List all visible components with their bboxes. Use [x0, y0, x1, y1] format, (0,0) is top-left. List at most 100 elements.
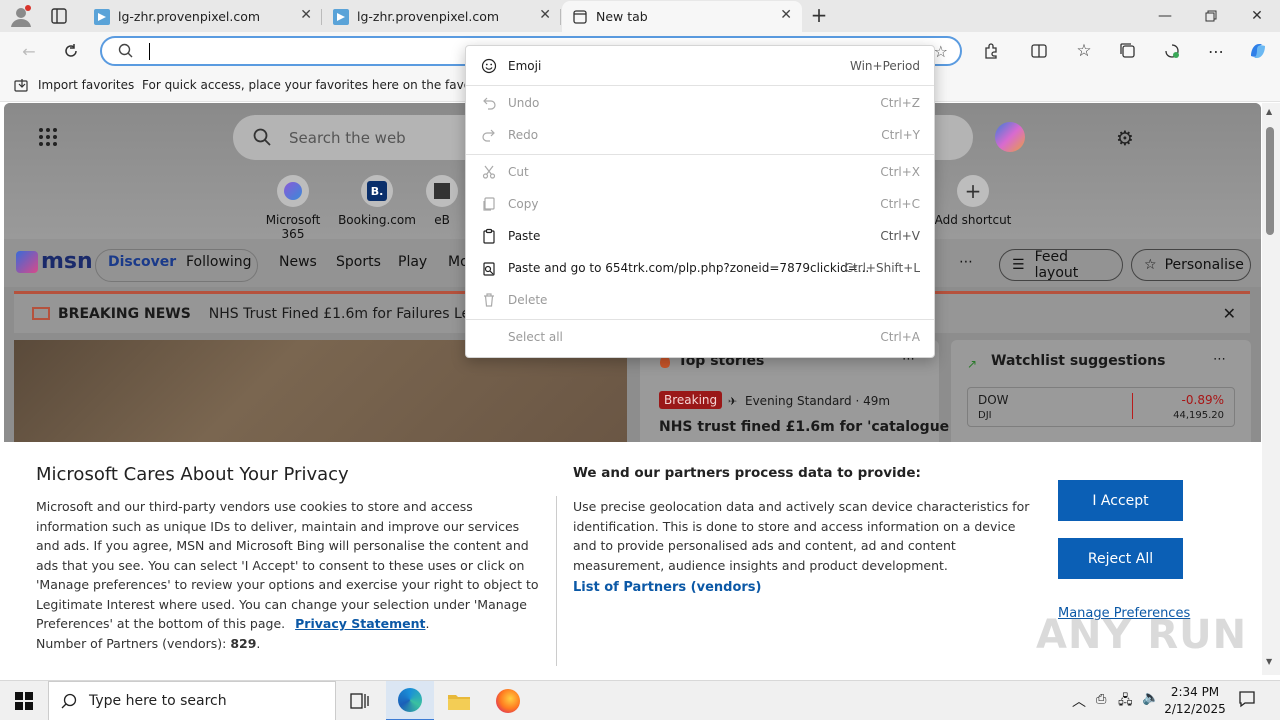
tab-3[interactable]: New tab ✕ — [562, 1, 802, 32]
quick-link-ebay[interactable]: eB — [422, 175, 462, 227]
start-button[interactable] — [0, 681, 48, 720]
menu-item-cut[interactable]: Cut Ctrl+X — [466, 156, 936, 188]
msn-logo[interactable]: msn — [16, 249, 93, 274]
sliders-icon: ☰ — [1012, 257, 1025, 273]
network-device-icon[interactable]: ⎙ — [1096, 692, 1106, 707]
menu-item-copy[interactable]: Copy Ctrl+C — [466, 188, 936, 220]
copilot-icon[interactable] — [995, 122, 1025, 152]
site-favicon-icon — [333, 8, 349, 25]
favorites-hint: For quick access, place your favorites h… — [142, 78, 517, 92]
card-menu-icon[interactable]: ⋯ — [1213, 352, 1226, 367]
close-tab-icon[interactable]: ✕ — [780, 7, 792, 23]
paste-go-icon — [480, 259, 498, 277]
booking-icon: B. — [361, 175, 393, 207]
tab-actions-icon[interactable] — [50, 7, 68, 25]
stock-change: -0.89% — [1181, 393, 1224, 407]
scroll-down-icon[interactable]: ▼ — [1266, 657, 1272, 666]
menu-item-paste-and-go[interactable]: Paste and go to 654trk.com/plp.php?zonei… — [466, 252, 936, 284]
quick-link-microsoft365[interactable]: Microsoft 365 — [253, 175, 333, 241]
page-settings-icon[interactable]: ⚙ — [1116, 126, 1134, 150]
quick-link-booking[interactable]: B. Booking.com — [337, 175, 417, 227]
tab-news[interactable]: News — [279, 254, 317, 270]
collections-icon[interactable] — [1113, 36, 1143, 66]
new-tab-button[interactable]: + — [808, 4, 830, 28]
close-icon[interactable]: ✕ — [1223, 304, 1236, 323]
stock-row-dow[interactable]: DOW DJI -0.89% 44,195.20 — [967, 387, 1235, 427]
system-clock[interactable]: 2:34 PM 2/12/2025 — [1160, 684, 1230, 718]
minimize-button[interactable]: — — [1142, 0, 1188, 32]
search-icon — [253, 128, 271, 150]
settings-more-icon[interactable]: ⋯ — [1201, 36, 1231, 66]
menu-item-shortcut: Ctrl+Z — [880, 96, 920, 110]
import-favorites-button[interactable]: Import favorites — [38, 78, 134, 92]
plus-icon: + — [957, 175, 989, 207]
stock-symbol: DOW — [978, 393, 1009, 407]
tab-play[interactable]: Play — [398, 254, 427, 270]
menu-item-emoji[interactable]: Emoji Win+Period — [466, 50, 936, 82]
split-screen-icon[interactable] — [1024, 36, 1054, 66]
text-caret — [149, 43, 150, 60]
menu-separator — [466, 154, 934, 155]
import-favorites-icon — [14, 78, 30, 97]
browser-essentials-icon[interactable] — [1157, 36, 1187, 66]
notification-icon[interactable] — [1238, 690, 1256, 712]
tab-2[interactable]: lg-zhr.provenpixel.com ✕ — [323, 1, 561, 32]
close-window-button[interactable]: ✕ — [1234, 0, 1280, 32]
data-processing-heading: We and our partners process data to prov… — [573, 465, 921, 481]
accept-button[interactable]: I Accept — [1058, 480, 1183, 521]
feed-layout-button[interactable]: ☰ Feed layout — [999, 249, 1123, 281]
profile-avatar[interactable] — [8, 3, 34, 29]
show-hidden-icons[interactable]: ︿ — [1072, 691, 1086, 711]
page-scrollbar[interactable]: ▲ ▼ — [1262, 103, 1280, 675]
network-icon[interactable]: 🖧 — [1118, 691, 1133, 713]
firefox-icon[interactable] — [484, 681, 532, 720]
personalise-button[interactable]: ☆ Personalise — [1131, 249, 1251, 281]
tab-title: New tab — [596, 9, 648, 24]
menu-item-redo[interactable]: Redo Ctrl+Y — [466, 119, 936, 151]
scissors-icon — [480, 163, 498, 181]
quick-link-label: Add shortcut — [934, 213, 1012, 227]
tab-discover[interactable]: Discover — [108, 254, 176, 270]
task-view-icon[interactable] — [336, 681, 384, 720]
clock-date: 2/12/2025 — [1164, 702, 1226, 716]
menu-item-label: Undo — [508, 96, 540, 110]
stock-sub: DJI — [978, 410, 992, 421]
menu-item-paste[interactable]: Paste Ctrl+V — [466, 220, 936, 252]
extensions-icon[interactable] — [976, 36, 1006, 66]
restore-button[interactable] — [1188, 0, 1234, 32]
watchlist-title: Watchlist suggestions — [991, 353, 1166, 369]
menu-item-undo[interactable]: Undo Ctrl+Z — [466, 87, 936, 119]
copilot-icon[interactable] — [1243, 36, 1273, 66]
data-processing-text: Use precise geolocation data and activel… — [573, 499, 1030, 573]
refresh-button[interactable] — [56, 36, 86, 66]
edge-taskbar-icon[interactable] — [386, 681, 434, 720]
scrollbar-thumb[interactable] — [1266, 127, 1274, 235]
quick-link-label: Booking.com — [338, 213, 416, 227]
menu-item-shortcut: Ctrl+C — [880, 197, 920, 211]
partners-list-link[interactable]: List of Partners (vendors) — [573, 580, 761, 595]
source-icon: ✈ — [728, 395, 738, 408]
add-shortcut-button[interactable]: + Add shortcut — [933, 175, 1013, 227]
story-title[interactable]: NHS trust fined £1.6m for 'catalogue of — [659, 419, 970, 435]
menu-item-delete[interactable]: Delete — [466, 284, 936, 316]
nav-more-icon[interactable]: ⋯ — [959, 254, 973, 270]
close-tab-icon[interactable]: ✕ — [300, 7, 312, 23]
scroll-up-icon[interactable]: ▲ — [1266, 107, 1272, 116]
breaking-label: BREAKING NEWS — [58, 305, 191, 322]
apps-launcher-icon[interactable] — [38, 127, 58, 151]
reject-all-button[interactable]: Reject All — [1058, 538, 1183, 579]
tab-title: lg-zhr.provenpixel.com — [357, 9, 500, 24]
privacy-statement-link[interactable]: Privacy Statement — [295, 616, 425, 631]
volume-icon[interactable]: 🔈 — [1142, 690, 1159, 706]
back-button[interactable]: ← — [14, 36, 44, 66]
tab-following[interactable]: Following — [186, 254, 252, 270]
close-tab-icon[interactable]: ✕ — [539, 7, 551, 23]
tab-1[interactable]: lg-zhr.provenpixel.com ✕ — [84, 1, 322, 32]
tab-sports[interactable]: Sports — [336, 254, 381, 270]
favorites-icon[interactable]: ☆ — [1069, 36, 1099, 66]
search-icon — [61, 693, 77, 713]
taskbar-search-box[interactable]: Type here to search — [48, 681, 336, 720]
file-explorer-icon[interactable] — [435, 681, 483, 720]
menu-item-select-all[interactable]: Select all Ctrl+A — [466, 321, 936, 353]
partners-count: 829 — [230, 635, 257, 651]
